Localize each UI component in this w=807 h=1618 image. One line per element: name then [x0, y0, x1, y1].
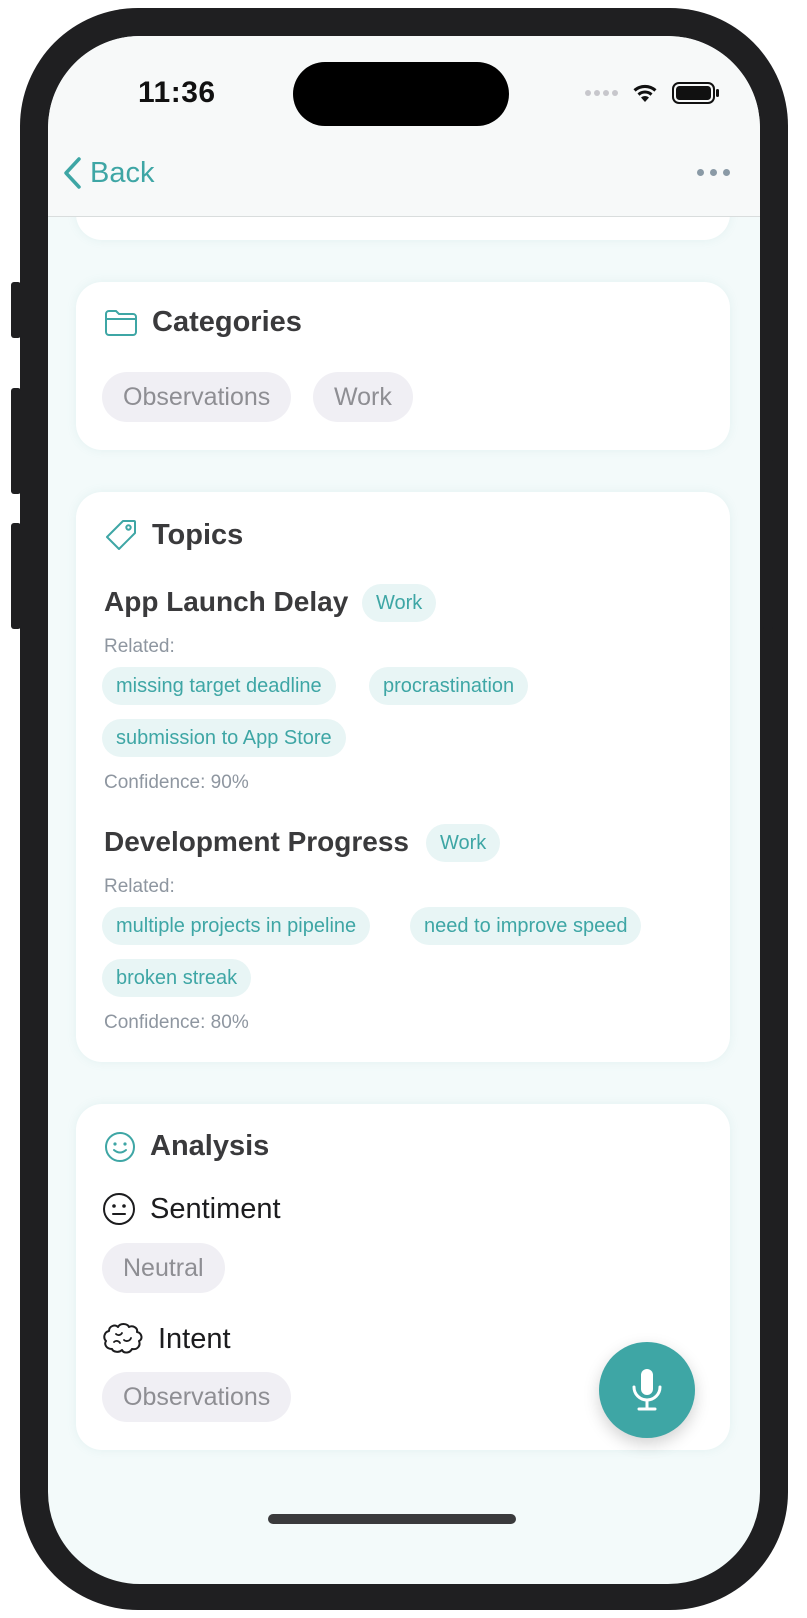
- screen: 11:36 Back Categories Observations Work …: [48, 36, 760, 1584]
- related-label: Related:: [104, 876, 175, 897]
- home-indicator[interactable]: [268, 1514, 516, 1524]
- dynamic-island: [293, 62, 509, 126]
- smiley-icon: [105, 1131, 135, 1162]
- battery-icon: [672, 82, 719, 104]
- related-tag[interactable]: need to improve speed: [410, 907, 642, 945]
- tag-icon: [106, 520, 136, 550]
- categories-card: Categories Observations Work: [76, 282, 730, 450]
- analysis-header: Analysis: [104, 1130, 269, 1163]
- back-button[interactable]: Back: [62, 156, 154, 190]
- analysis-title: Analysis: [150, 1130, 270, 1162]
- brain-icon: [103, 1323, 143, 1354]
- power-button: [763, 458, 773, 630]
- navigation-bar: 11:36 Back: [48, 36, 760, 217]
- topics-title: Topics: [152, 518, 244, 551]
- related-tag[interactable]: submission to App Store: [102, 719, 346, 757]
- categories-title: Categories: [152, 306, 302, 338]
- topic-title: Development Progress: [104, 826, 409, 857]
- silent-switch: [11, 282, 21, 338]
- categories-header: Categories: [104, 306, 302, 339]
- more-button[interactable]: [697, 169, 730, 176]
- related-tag[interactable]: missing target deadline: [102, 667, 336, 705]
- signal-dots-icon: [585, 90, 618, 96]
- topic-title: App Launch Delay: [104, 586, 349, 617]
- volume-up-button: [11, 388, 21, 494]
- sentiment-pill: Neutral: [102, 1243, 225, 1293]
- intent-label: Intent: [158, 1322, 231, 1355]
- status-icons: [585, 82, 720, 104]
- volume-down-button: [11, 523, 21, 629]
- record-button[interactable]: [599, 1342, 695, 1438]
- intent-pill: Observations: [102, 1372, 292, 1422]
- related-tag[interactable]: broken streak: [102, 959, 252, 997]
- sentiment-header: Sentiment: [102, 1192, 281, 1226]
- related-label: Related:: [104, 636, 175, 657]
- topics-card: Topics App Launch Delay Work Related: mi…: [76, 492, 730, 1062]
- back-label: Back: [90, 156, 155, 189]
- folder-icon: [105, 309, 137, 336]
- wifi-icon: [633, 84, 657, 102]
- topic-category-badge: Work: [362, 584, 437, 622]
- neutral-face-icon: [103, 1193, 135, 1225]
- microphone-icon: [632, 1369, 662, 1411]
- confidence-text: Confidence: 90%: [104, 772, 249, 793]
- topic-category-badge: Work: [426, 824, 501, 862]
- chevron-left-icon: [64, 157, 81, 189]
- related-tag[interactable]: procrastination: [369, 667, 529, 705]
- intent-header: Intent: [102, 1322, 231, 1356]
- sentiment-label: Sentiment: [150, 1192, 281, 1225]
- status-time: 11:36: [138, 76, 216, 109]
- category-pill[interactable]: Work: [313, 372, 413, 422]
- category-pill[interactable]: Observations: [102, 372, 292, 422]
- related-tag[interactable]: multiple projects in pipeline: [102, 907, 371, 945]
- more-icon: [697, 169, 704, 176]
- confidence-text: Confidence: 80%: [104, 1012, 249, 1033]
- topics-header: Topics: [104, 518, 243, 552]
